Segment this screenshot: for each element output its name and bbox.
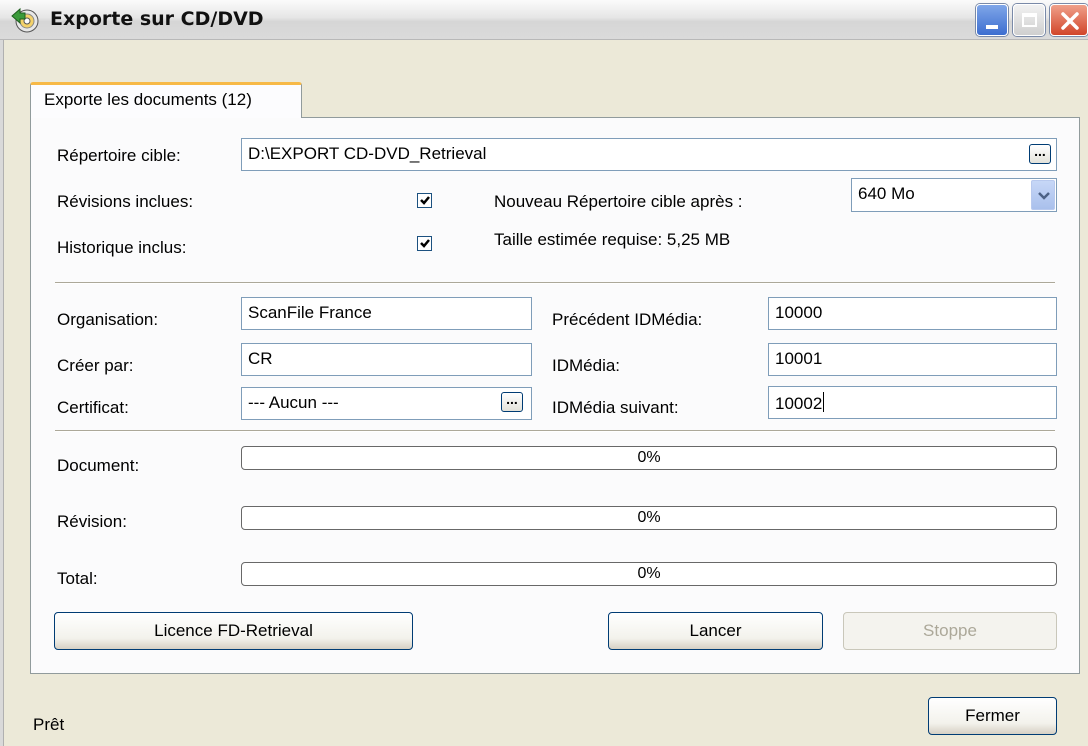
next-media-id-value: 10002 — [775, 394, 823, 413]
organisation-label: Organisation: — [57, 310, 159, 329]
tab-export-documents[interactable]: Exporte les documents (12) — [30, 82, 302, 118]
browse-target-button[interactable]: ... — [1029, 144, 1051, 164]
minimize-icon — [986, 25, 998, 29]
revision-progress-label: Révision: — [57, 512, 127, 531]
separator — [55, 430, 1055, 432]
created-by-label: Créer par: — [57, 356, 134, 375]
next-media-id-label: IDMédia suivant: — [552, 398, 679, 417]
revisions-included-label: Révisions inclues: — [57, 192, 194, 211]
previous-media-id-field[interactable]: 10000 — [768, 297, 1057, 330]
next-media-id-field[interactable]: 10002 — [768, 386, 1057, 419]
title-bar[interactable]: Exporte sur CD/DVD — [0, 0, 1088, 40]
created-by-field[interactable]: CR — [241, 343, 532, 376]
close-button[interactable]: Fermer — [928, 697, 1057, 735]
organisation-field[interactable]: ScanFile France — [241, 297, 532, 330]
document-progress-bar: 0% — [241, 446, 1057, 470]
new-target-size-value: 640 Mo — [858, 184, 915, 203]
export-dialog: Exporte sur CD/DVD Exporte les documents… — [0, 0, 1088, 746]
checkmark-icon — [420, 196, 430, 205]
dropdown-button[interactable] — [1031, 180, 1055, 210]
media-id-field[interactable]: 10001 — [768, 343, 1057, 376]
close-window-button[interactable] — [1050, 4, 1088, 36]
revision-progress-text: 0% — [637, 509, 661, 526]
history-included-label: Historique inclus: — [57, 238, 187, 257]
history-included-checkbox[interactable] — [417, 236, 432, 251]
text-caret — [823, 392, 825, 412]
target-directory-field[interactable]: D:\EXPORT CD-DVD_Retrieval — [241, 138, 1057, 171]
document-progress-label: Document: — [57, 456, 140, 475]
window-title: Exporte sur CD/DVD — [50, 8, 264, 30]
estimated-size-text: Taille estimée requise: 5,25 MB — [494, 230, 731, 249]
total-progress-text: 0% — [637, 565, 661, 582]
minimize-button[interactable] — [976, 4, 1008, 36]
license-button[interactable]: Licence FD-Retrieval — [54, 612, 413, 650]
window-border — [0, 40, 4, 746]
media-id-label: IDMédia: — [552, 356, 621, 375]
revisions-included-checkbox[interactable] — [417, 193, 432, 208]
target-directory-label: Répertoire cible: — [57, 146, 181, 165]
maximize-button[interactable] — [1013, 4, 1045, 36]
maximize-icon — [1022, 13, 1037, 27]
close-icon — [1061, 12, 1079, 30]
separator — [55, 282, 1055, 284]
certificate-field[interactable]: --- Aucun --- — [241, 387, 532, 420]
revision-progress-bar: 0% — [241, 506, 1057, 530]
start-button[interactable]: Lancer — [608, 612, 823, 650]
previous-media-id-label: Précédent IDMédia: — [552, 310, 703, 329]
checkmark-icon — [420, 239, 430, 248]
total-progress-bar: 0% — [241, 562, 1057, 586]
status-text: Prêt — [33, 715, 65, 734]
cd-export-icon — [11, 7, 39, 33]
new-target-after-label: Nouveau Répertoire cible après : — [494, 192, 743, 211]
certificate-label: Certificat: — [57, 398, 129, 417]
browse-certificate-button[interactable]: ... — [501, 392, 523, 412]
chevron-down-icon — [1038, 192, 1050, 200]
stop-button[interactable]: Stoppe — [843, 612, 1057, 650]
new-target-size-select[interactable]: 640 Mo — [851, 178, 1057, 212]
document-progress-text: 0% — [637, 449, 661, 466]
total-progress-label: Total: — [57, 569, 98, 588]
